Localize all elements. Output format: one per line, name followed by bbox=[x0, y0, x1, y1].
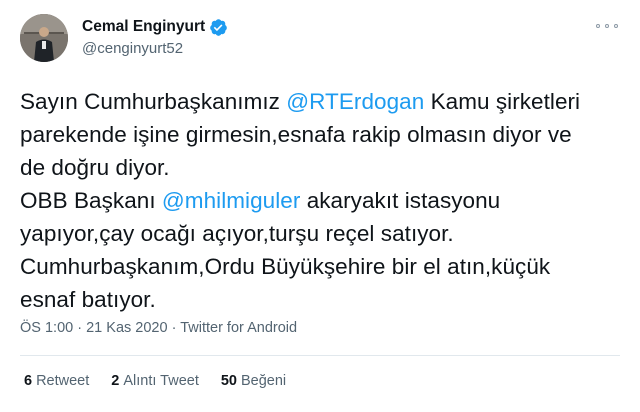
tweet-date[interactable]: 21 Kas 2020 bbox=[86, 320, 167, 336]
retweets-count: 6 bbox=[24, 373, 33, 389]
tweet-text-segment: Sayın Cumhurbaşkanımız bbox=[20, 89, 287, 114]
tweet-text: Sayın Cumhurbaşkanımız @RTErdogan Kamu ş… bbox=[20, 85, 625, 316]
retweets-label: Retweet bbox=[36, 373, 90, 389]
tweet-source-link[interactable]: Twitter for Android bbox=[180, 320, 297, 336]
tweet-text-segment: Cumhurbaşkanım,Ordu Büyükşehire bir el a… bbox=[20, 254, 551, 279]
mention-link[interactable]: @RTErdogan bbox=[286, 89, 424, 114]
tweet-text-segment: de doğru diyor. bbox=[20, 155, 170, 180]
tweet-text-segment: esnaf batıyor. bbox=[20, 287, 156, 312]
tweet-text-line: parekende işine girmesin,esnafa rakip ol… bbox=[20, 118, 625, 151]
author-display-name[interactable]: Cemal Enginyurt bbox=[82, 18, 205, 36]
tweet-text-segment: parekende işine girmesin,esnafa rakip ol… bbox=[20, 122, 572, 147]
divider bbox=[20, 355, 620, 356]
verified-badge-icon bbox=[209, 18, 228, 37]
author-handle[interactable]: @cenginyurt52 bbox=[82, 40, 183, 57]
quote-tweets-label: Alıntı Tweet bbox=[123, 373, 199, 389]
tweet-text-line: de doğru diyor. bbox=[20, 151, 625, 184]
tweet-card: Cemal Enginyurt @cenginyurt52 Sayın Cumh… bbox=[0, 0, 640, 412]
quote-tweets-count: 2 bbox=[111, 373, 120, 389]
meta-separator: · bbox=[77, 320, 83, 336]
more-dot bbox=[605, 24, 609, 28]
tweet-text-line: esnaf batıyor. bbox=[20, 283, 625, 316]
quote-tweets-stat[interactable]: 2 Alıntı Tweet bbox=[111, 373, 199, 389]
tweet-metadata: ÖS 1:00 · 21 Kas 2020 · Twitter for Andr… bbox=[20, 320, 297, 336]
tweet-text-segment: akaryakıt istasyonu bbox=[300, 188, 501, 213]
tweet-text-segment: Kamu şirketleri bbox=[424, 89, 581, 114]
tweet-text-line: Sayın Cumhurbaşkanımız @RTErdogan Kamu ş… bbox=[20, 85, 625, 118]
author-name-row: Cemal Enginyurt bbox=[82, 17, 228, 37]
likes-count: 50 bbox=[220, 373, 237, 389]
likes-stat[interactable]: 50 Beğeni bbox=[221, 373, 286, 389]
engagement-stats: 6 Retweet 2 Alıntı Tweet 50 Beğeni bbox=[24, 373, 286, 389]
mention-link[interactable]: @mhilmiguler bbox=[162, 188, 300, 213]
tweet-text-line: OBB Başkanı @mhilmiguler akaryakıt istas… bbox=[20, 184, 625, 217]
more-options-icon[interactable] bbox=[596, 18, 618, 34]
meta-separator: · bbox=[171, 320, 177, 336]
more-dot bbox=[614, 24, 618, 28]
tweet-time[interactable]: ÖS 1:00 bbox=[20, 320, 73, 336]
tweet-text-line: yapıyor,çay ocağı açıyor,turşu reçel sat… bbox=[20, 217, 625, 250]
tweet-text-segment: yapıyor,çay ocağı açıyor,turşu reçel sat… bbox=[20, 221, 454, 246]
avatar[interactable] bbox=[20, 14, 68, 62]
tweet-text-line: Cumhurbaşkanım,Ordu Büyükşehire bir el a… bbox=[20, 250, 625, 283]
retweets-stat[interactable]: 6 Retweet bbox=[24, 373, 89, 389]
tweet-text-segment: OBB Başkanı bbox=[20, 188, 162, 213]
more-dot bbox=[596, 24, 600, 28]
likes-label: Beğeni bbox=[241, 373, 287, 389]
